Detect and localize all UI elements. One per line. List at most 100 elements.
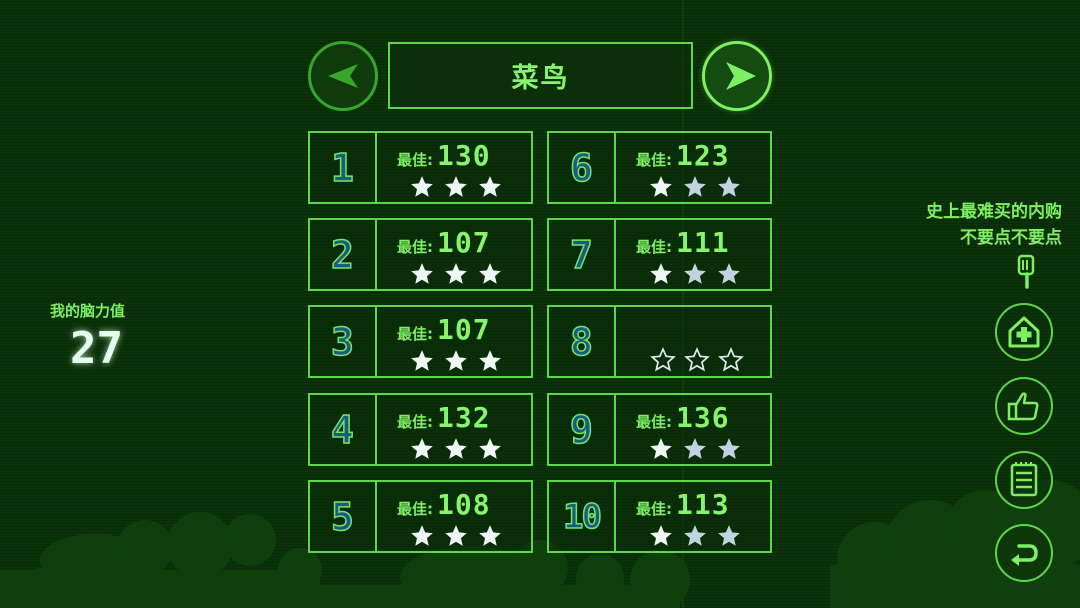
best-label: 最佳: (397, 413, 433, 431)
level-card-6[interactable]: 6 最佳: 123 (547, 131, 772, 204)
best-label: 最佳: (397, 238, 433, 256)
best-score-row: 最佳: 123 (636, 139, 730, 172)
star-rating (650, 347, 744, 373)
return-icon (1011, 544, 1038, 566)
level-number: 9 (549, 395, 616, 464)
best-score-row: 最佳: 108 (397, 488, 491, 521)
star-rating (409, 523, 503, 549)
iap-promo-text: 史上最难买的内购 不要点不要点 (926, 199, 1062, 251)
star-icon (682, 261, 708, 287)
next-page-button[interactable] (702, 41, 772, 111)
level-info: 最佳: 132 (377, 395, 531, 464)
purchase-button[interactable] (995, 303, 1053, 361)
promo-line-2: 不要点不要点 (960, 228, 1062, 248)
star-icon (409, 174, 435, 200)
notes-button[interactable] (995, 451, 1053, 509)
star-icon (682, 436, 708, 462)
rank-title: 菜鸟 (511, 63, 570, 94)
best-label: 最佳: (397, 325, 433, 343)
level-number: 10 (549, 482, 616, 551)
star-rating (409, 174, 503, 200)
best-label: 最佳: (636, 238, 672, 256)
rank-title-box: 菜鸟 (388, 42, 693, 109)
star-icon (477, 523, 503, 549)
best-score-row: 最佳: 111 (636, 226, 730, 259)
star-rating (648, 436, 742, 462)
star-icon (409, 523, 435, 549)
level-info: 最佳: 123 (616, 133, 770, 202)
star-icon (716, 174, 742, 200)
level-number: 4 (310, 395, 377, 464)
star-outline-icon (650, 347, 676, 373)
star-icon (477, 348, 503, 374)
star-icon (682, 174, 708, 200)
star-outline-icon (684, 347, 710, 373)
level-number: 2 (310, 220, 377, 289)
star-icon (409, 436, 435, 462)
level-number: 1 (310, 133, 377, 202)
level-card-3[interactable]: 3 最佳: 107 (308, 305, 533, 378)
level-card-10[interactable]: 10 最佳: 113 (547, 480, 772, 553)
level-card-1[interactable]: 1 最佳: 130 (308, 131, 533, 204)
level-number: 8 (549, 307, 616, 376)
star-icon (443, 348, 469, 374)
star-icon (716, 436, 742, 462)
level-info: 最佳: 136 (616, 395, 770, 464)
best-score-row: 最佳: 113 (636, 488, 730, 521)
best-label: 最佳: (636, 413, 672, 431)
best-score-row: 最佳: 130 (397, 139, 491, 172)
star-icon (443, 436, 469, 462)
best-score: 107 (437, 226, 491, 259)
level-card-2[interactable]: 2 最佳: 107 (308, 218, 533, 291)
promo-line-1: 史上最难买的内购 (926, 202, 1062, 222)
star-rating (648, 174, 742, 200)
best-score: 111 (676, 226, 730, 259)
star-icon (648, 174, 674, 200)
level-info: 最佳: 130 (377, 133, 531, 202)
notepad-icon (1010, 462, 1038, 497)
best-score: 107 (437, 313, 491, 346)
level-info: 最佳: 108 (377, 482, 531, 551)
prev-page-button[interactable] (308, 41, 378, 111)
star-icon (443, 261, 469, 287)
star-icon (443, 174, 469, 200)
best-score-row: 最佳: 107 (397, 226, 491, 259)
home-plus-icon (1008, 316, 1040, 348)
level-info: 最佳: 113 (616, 482, 770, 551)
level-info: 最佳: 107 (377, 220, 531, 289)
best-label: 最佳: (397, 500, 433, 518)
best-score: 130 (437, 139, 491, 172)
back-button[interactable] (995, 524, 1053, 582)
level-number: 3 (310, 307, 377, 376)
level-card-7[interactable]: 7 最佳: 111 (547, 218, 772, 291)
level-number: 6 (549, 133, 616, 202)
best-score: 108 (437, 488, 491, 521)
level-card-9[interactable]: 9 最佳: 136 (547, 393, 772, 466)
star-outline-icon (718, 347, 744, 373)
brain-power-value: 27 (70, 323, 123, 374)
best-score: 123 (676, 139, 730, 172)
star-rating (409, 436, 503, 462)
star-icon (477, 261, 503, 287)
best-score-row: 最佳: 107 (397, 313, 491, 346)
star-icon (443, 523, 469, 549)
level-number: 7 (549, 220, 616, 289)
right-arrow-icon (726, 62, 756, 90)
level-number: 5 (310, 482, 377, 551)
star-icon (648, 436, 674, 462)
level-card-5[interactable]: 5 最佳: 108 (308, 480, 533, 553)
level-card-4[interactable]: 4 最佳: 132 (308, 393, 533, 466)
star-icon (409, 261, 435, 287)
best-score: 132 (437, 401, 491, 434)
star-rating (648, 261, 742, 287)
star-icon (409, 348, 435, 374)
left-arrow-icon (328, 64, 358, 88)
star-icon (716, 261, 742, 287)
level-card-8[interactable]: 8 (547, 305, 772, 378)
best-score-row: 最佳: 136 (636, 401, 730, 434)
level-info: 最佳: 107 (377, 307, 531, 376)
best-label: 最佳: (636, 151, 672, 169)
level-info (616, 307, 770, 376)
star-icon (477, 436, 503, 462)
like-button[interactable] (995, 377, 1053, 435)
